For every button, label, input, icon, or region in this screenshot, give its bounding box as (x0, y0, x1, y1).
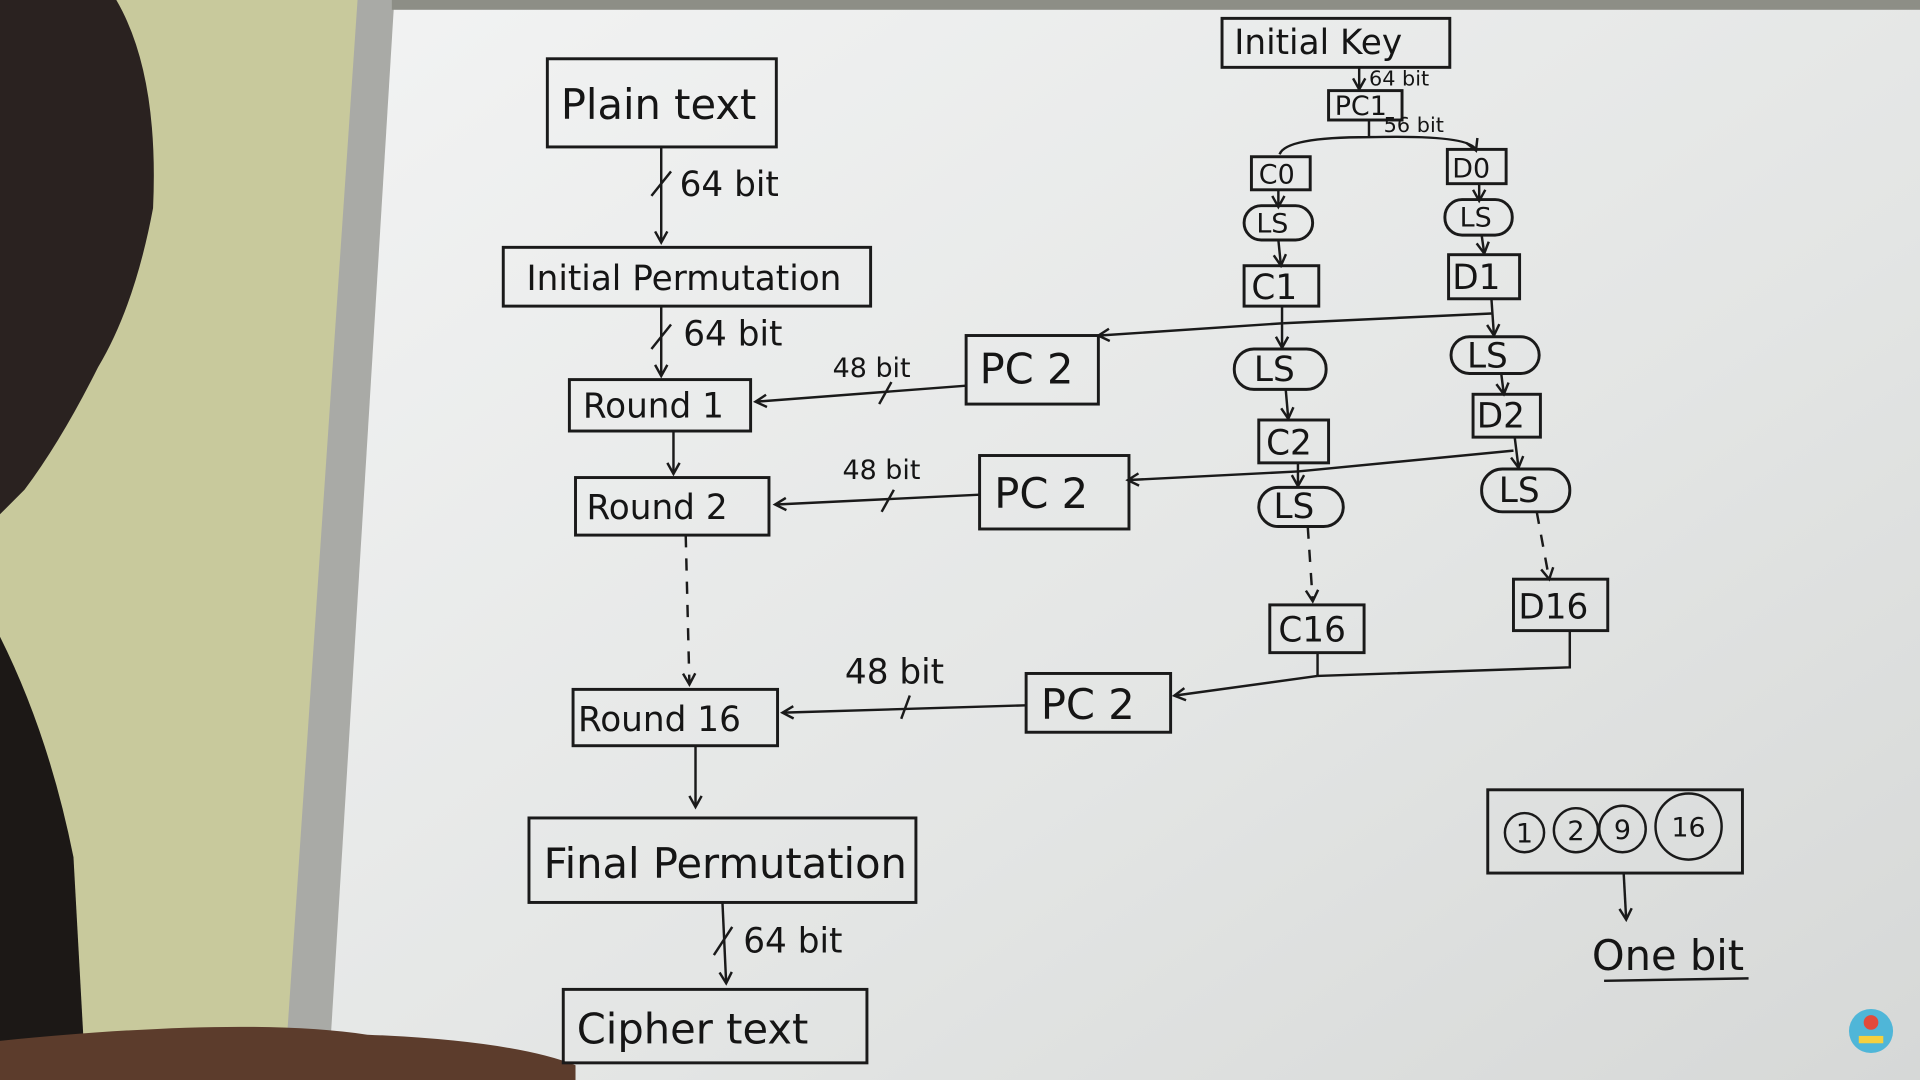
bits-label-1: 64 bit (680, 165, 779, 205)
c2-label: C2 (1266, 423, 1312, 463)
c0-label: C0 (1259, 160, 1295, 191)
bits-48-label-1: 48 bit (833, 353, 911, 384)
ls-label-d1: LS (1460, 203, 1492, 234)
initial-permutation-label: Initial Permutation (527, 259, 842, 299)
ls-label-c2: LS (1254, 350, 1295, 390)
one-bit-label: One bit (1592, 931, 1744, 980)
plain-text-label: Plain text (561, 80, 757, 129)
round-circle-16: 16 (1671, 812, 1705, 843)
pc2-label-16: PC 2 (1041, 680, 1135, 729)
round-circle-1: 1 (1516, 818, 1533, 849)
round-circle-2: 2 (1567, 816, 1584, 847)
c16-label: C16 (1278, 611, 1346, 651)
round-2-label: Round 2 (587, 488, 728, 528)
pc2-label-2: PC 2 (994, 469, 1088, 518)
ls-label-d16: LS (1499, 471, 1540, 511)
initial-key-label: Initial Key (1234, 23, 1402, 63)
c1-label: C1 (1251, 268, 1297, 308)
final-permutation-label: Final Permutation (544, 839, 907, 888)
bits-48-label-3: 48 bit (845, 652, 944, 692)
d16-label: D16 (1518, 587, 1588, 627)
ls-label-d2: LS (1467, 336, 1508, 376)
round-1-label: Round 1 (583, 387, 724, 427)
cipher-text-label: Cipher text (577, 1004, 809, 1053)
d0-label: D0 (1452, 154, 1490, 185)
whiteboard-photo: Plain text 64 bit Initial Permutation 64… (0, 0, 1920, 1080)
round-circle-9: 9 (1614, 815, 1631, 846)
bits-label-3: 64 bit (743, 922, 842, 962)
bits-48-label-2: 48 bit (842, 455, 920, 486)
d2-label: D2 (1477, 396, 1525, 436)
pc2-label-1: PC 2 (980, 344, 1074, 393)
key-bits-64: 64 bit (1369, 67, 1429, 91)
pc1-label: PC1 (1335, 91, 1387, 122)
d1-label: D1 (1452, 258, 1500, 298)
round-16-label: Round 16 (578, 700, 741, 740)
key-bits-56: 56 bit (1384, 113, 1444, 137)
channel-logo (1848, 1008, 1894, 1054)
ls-label-c1: LS (1256, 209, 1288, 240)
whiteboard (328, 0, 1920, 1080)
ls-label-c16: LS (1273, 487, 1314, 527)
bits-label-2: 64 bit (683, 314, 782, 354)
